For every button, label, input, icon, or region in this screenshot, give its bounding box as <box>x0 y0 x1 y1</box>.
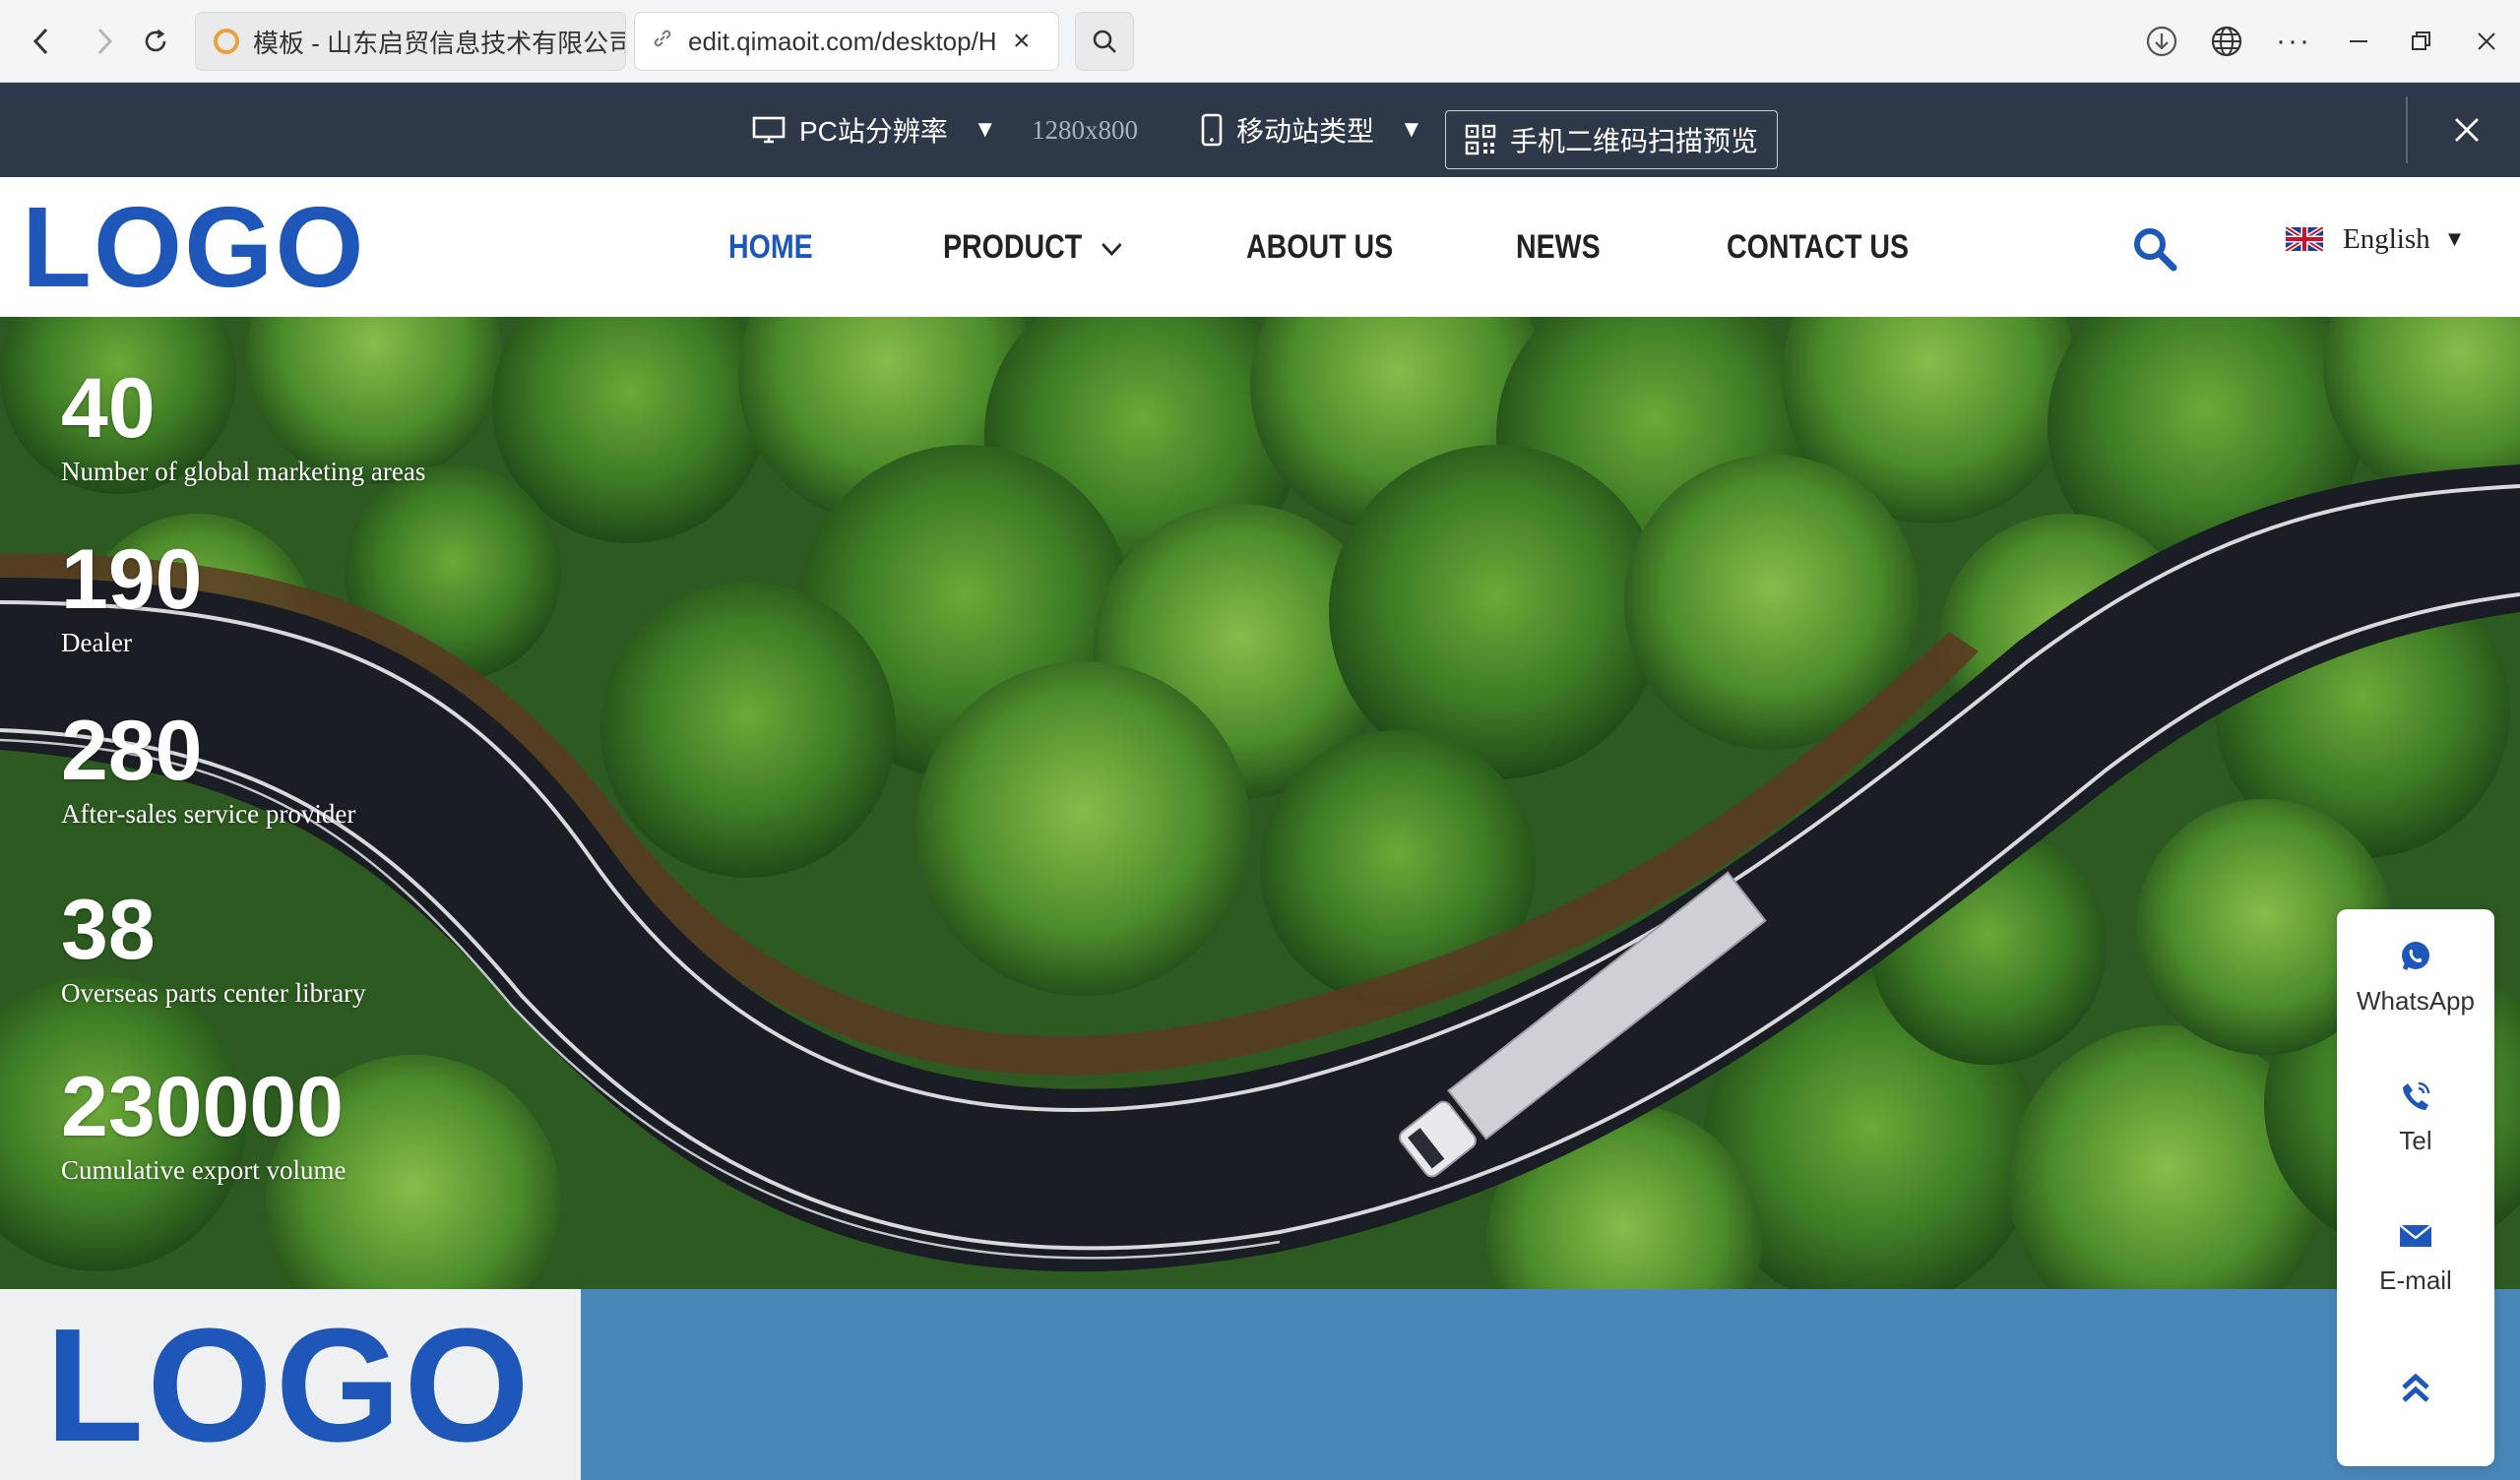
search-icon <box>1093 30 1116 53</box>
dropdown-triangle-icon: ▼ <box>1400 116 1423 143</box>
double-chevron-up-icon[interactable] <box>2396 1368 2435 1407</box>
editor-toolbar: PC站分辨率 ▼ 1280x800 移动站类型 ▼ 手机二维码扫描预览 <box>0 83 2520 177</box>
globe-icon[interactable] <box>2207 22 2246 61</box>
minimize-icon[interactable] <box>2339 22 2378 61</box>
stat-value: 38 <box>61 883 156 977</box>
whatsapp-button[interactable]: WhatsApp <box>2337 937 2494 1017</box>
footer-logo-block: LOGO <box>0 1289 581 1480</box>
stat-label: Cumulative export volume <box>61 1155 346 1185</box>
whatsapp-label: WhatsApp <box>2357 986 2475 1016</box>
qr-preview-label: 手机二维码扫描预览 <box>1509 126 1758 156</box>
stat-value: 280 <box>61 704 203 798</box>
floating-contact-panel: WhatsApp Tel E-mail <box>2337 909 2494 1466</box>
mobile-type-dropdown[interactable]: 移动站类型 ▼ <box>1201 83 1423 177</box>
nav-about-us[interactable]: ABOUT US <box>1246 177 1393 317</box>
stat-marketing-areas: 40 Number of global marketing areas <box>61 364 425 488</box>
mobile-type-label: 移动站类型 <box>1236 116 1375 147</box>
stat-label: Number of global marketing areas <box>61 457 426 486</box>
language-label: English <box>2343 222 2430 255</box>
stat-parts-center: 38 Overseas parts center library <box>61 886 366 1010</box>
nav-news[interactable]: NEWS <box>1516 177 1601 317</box>
dropdown-triangle-icon: ▼ <box>973 116 997 143</box>
stat-after-sales: 280 After-sales service provider <box>61 707 355 831</box>
reload-button[interactable] <box>136 22 175 61</box>
whatsapp-icon <box>2396 937 2435 976</box>
reload-icon <box>145 29 166 52</box>
email-button[interactable]: E-mail <box>2337 1216 2494 1296</box>
mobile-phone-icon <box>1201 113 1223 147</box>
resolution-value: 1280x800 <box>1032 114 1138 145</box>
site-favicon-icon <box>214 29 239 54</box>
stat-label: After-sales service provider <box>61 799 356 829</box>
downloads-icon[interactable] <box>2142 22 2181 61</box>
phone-icon <box>2396 1077 2435 1116</box>
language-selector[interactable]: English ▼ <box>2286 215 2465 264</box>
stat-value: 230000 <box>61 1060 344 1154</box>
chevron-down-icon <box>1101 228 1124 267</box>
toolbar-divider <box>2406 96 2408 163</box>
browser-toolbar: 模板 - 山东启贸信息技术有限公司 edit.qimaoit.com/deskt… <box>0 0 2520 83</box>
stat-value: 190 <box>61 532 203 627</box>
close-editor-button[interactable] <box>2443 106 2490 154</box>
site-search-icon[interactable] <box>2130 224 2179 274</box>
mail-icon <box>2396 1216 2435 1256</box>
close-tab-icon[interactable]: × <box>1013 25 1031 58</box>
back-arrow-icon <box>32 28 48 55</box>
stat-label: Overseas parts center library <box>61 978 366 1008</box>
tab-title: 模板 - 山东启贸信息技术有限公司 <box>253 28 625 58</box>
restore-icon[interactable] <box>2402 22 2441 61</box>
tel-label: Tel <box>2399 1126 2432 1155</box>
footer-band <box>581 1289 2520 1480</box>
qr-preview-button[interactable]: 手机二维码扫描预览 <box>1445 110 1778 169</box>
tel-button[interactable]: Tel <box>2337 1077 2494 1156</box>
browser-tab-template[interactable]: 模板 - 山东启贸信息技术有限公司 <box>195 12 626 71</box>
tab-title: edit.qimaoit.com/desktop/H <box>688 26 997 56</box>
site-logo[interactable]: LOGO <box>22 185 366 309</box>
search-tab-button[interactable] <box>1075 12 1134 71</box>
nav-home[interactable]: HOME <box>728 177 813 317</box>
window-close-icon[interactable] <box>2467 22 2506 61</box>
footer-logo[interactable]: LOGO <box>45 1297 533 1474</box>
pc-resolution-dropdown[interactable]: PC站分辨率 ▼ <box>752 83 997 177</box>
back-button[interactable] <box>22 22 61 61</box>
browser-tab-editor[interactable]: edit.qimaoit.com/desktop/H × <box>634 12 1059 71</box>
nav-product[interactable]: PRODUCT <box>943 177 1123 317</box>
stat-value: 40 <box>61 361 156 456</box>
stat-export-volume: 230000 Cumulative export volume <box>61 1063 346 1187</box>
email-label: E-mail <box>2379 1265 2452 1295</box>
more-menu-icon[interactable]: ··· <box>2274 22 2313 61</box>
monitor-icon <box>752 116 786 144</box>
hero-banner: 40 Number of global marketing areas 190 … <box>0 317 2520 1289</box>
stat-label: Dealer <box>61 628 132 657</box>
dropdown-triangle-icon: ▼ <box>2443 226 2466 251</box>
nav-contact-us[interactable]: CONTACT US <box>1727 177 1909 317</box>
stat-dealer: 190 Dealer <box>61 535 203 659</box>
nav-product-label: PRODUCT <box>943 227 1083 266</box>
close-icon <box>2455 118 2479 142</box>
uk-flag-icon <box>2286 227 2323 251</box>
site-header: LOGO HOME PRODUCT ABOUT US NEWS CONTACT … <box>0 177 2520 317</box>
qr-code-icon <box>1465 124 1496 155</box>
pc-resolution-label: PC站分辨率 <box>799 116 948 147</box>
link-icon <box>651 27 674 57</box>
forward-button[interactable] <box>85 22 124 61</box>
forward-arrow-icon <box>97 28 113 55</box>
